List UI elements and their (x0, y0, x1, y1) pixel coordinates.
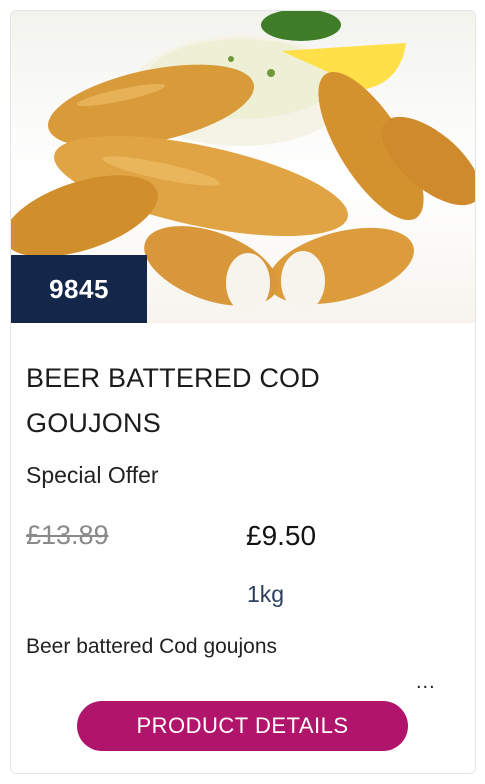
product-details-button[interactable]: PRODUCT DETAILS (77, 701, 408, 751)
product-title[interactable]: BEER BATTERED COD GOUJONS (26, 356, 446, 446)
pack-weight: 1kg (247, 581, 285, 607)
product-code-badge: 9845 (11, 255, 147, 323)
sale-price: £9.50 (246, 520, 317, 551)
more-ellipsis[interactable]: ... (416, 671, 436, 694)
product-image[interactable]: 9845 (11, 11, 475, 323)
product-card[interactable]: 9845 BEER BATTERED COD GOUJONS Special O… (10, 10, 476, 774)
original-price: £13.89 (26, 520, 109, 550)
special-offer-label: Special Offer (26, 462, 159, 488)
product-description: Beer battered Cod goujons (26, 635, 278, 658)
